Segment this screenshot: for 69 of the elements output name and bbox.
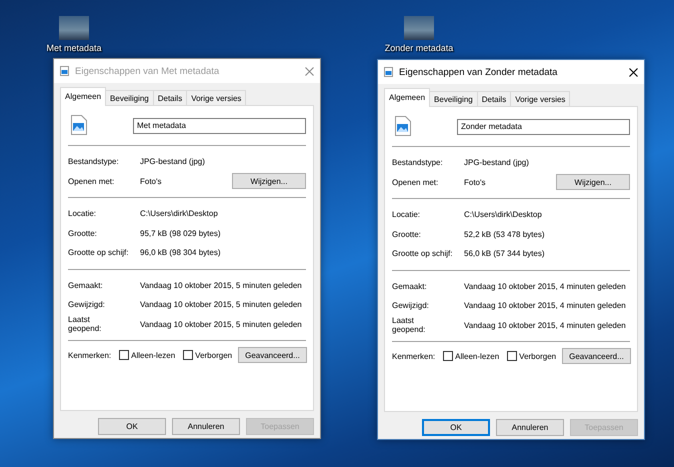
photo-thumbnail[interactable] [404, 16, 434, 40]
checkbox-label[interactable]: Verborgen [195, 350, 232, 360]
tab[interactable]: Vorige versies [186, 90, 246, 106]
field-value: JPG-bestand (jpg) [140, 157, 206, 166]
field-value: Vandaag 10 oktober 2015, 4 minuten geleden [464, 301, 627, 310]
field-value: C:\Users\dirk\Desktop [464, 210, 543, 220]
field-label: Locatie: [392, 210, 422, 220]
field-label: Bestandstype: [68, 157, 120, 166]
field-label: Gemaakt: [392, 282, 428, 291]
name-field[interactable]: Met metadata [133, 118, 306, 134]
checkbox-label[interactable]: Alleen-lezen [131, 350, 176, 360]
icon-label[interactable]: Zonder metadata [384, 43, 454, 53]
field-label: Openen met: [68, 176, 116, 186]
close-icon[interactable] [629, 68, 638, 76]
field-value: Foto's [140, 176, 163, 186]
field-value: Vandaag 10 oktober 2015, 4 minuten geleden [464, 320, 627, 330]
advanced-button[interactable]: Geavanceerd... [238, 347, 307, 363]
field-value: C:\Users\dirk\Desktop [140, 209, 219, 218]
tab[interactable]: Vorige versies [510, 91, 570, 107]
field-value: 56,0 kB (57 344 bytes) [464, 249, 546, 258]
field-label: Laatst geopend: [68, 315, 102, 334]
field-value: 52,2 kB (53 478 bytes) [464, 230, 546, 239]
photo-thumbnail[interactable] [59, 16, 89, 40]
field-label: Grootte: [68, 228, 98, 238]
field-value: 95,7 kB (98 029 bytes) [140, 228, 222, 238]
tab[interactable]: Algemeen [60, 87, 106, 106]
dialog-button[interactable]: OK [98, 418, 166, 435]
checkbox[interactable] [507, 351, 518, 361]
icon-label[interactable]: Met metadata [46, 43, 102, 53]
tab[interactable]: Beveiliging [429, 91, 478, 107]
checkbox[interactable] [443, 351, 454, 361]
tab[interactable]: Beveiliging [105, 90, 154, 106]
field-label: Kenmerken: [392, 352, 436, 360]
field-value: Vandaag 10 oktober 2015, 5 minuten geleden [140, 320, 303, 329]
field-value: Vandaag 10 oktober 2015, 4 minuten geleden [464, 282, 627, 291]
dialog-button[interactable]: Annuleren [496, 419, 564, 436]
field-value: Foto's [464, 178, 487, 187]
change-button[interactable]: Wijzigen... [232, 173, 306, 190]
window-title: Eigenschappen van Zonder metadata [399, 66, 558, 78]
image-file-icon [71, 114, 87, 134]
field-label: Grootte op schijf: [392, 249, 454, 258]
field-label: Bestandstype: [392, 158, 444, 168]
field-label: Gewijzigd: [392, 301, 430, 310]
name-field[interactable]: Zonder metadata [457, 118, 630, 134]
advanced-button[interactable]: Geavanceerd... [562, 348, 631, 364]
field-value: JPG-bestand (jpg) [464, 158, 530, 168]
dialog-button[interactable]: Annuleren [172, 418, 240, 435]
field-label: Laatst geopend: [392, 316, 426, 334]
checkbox[interactable] [119, 350, 130, 360]
field-value: Vandaag 10 oktober 2015, 5 minuten geleden [140, 280, 303, 290]
image-file-icon [395, 116, 411, 136]
dialog-button[interactable]: OK [422, 419, 490, 436]
field-label: Grootte op schijf: [68, 248, 130, 258]
field-label: Gemaakt: [68, 280, 104, 290]
image-file-icon [60, 66, 69, 76]
field-label: Gewijzigd: [68, 300, 106, 310]
window-title: Eigenschappen van Met metadata [75, 66, 220, 76]
field-value: 96,0 kB (98 304 bytes) [140, 248, 222, 258]
field-label: Locatie: [68, 209, 98, 218]
checkbox[interactable] [183, 350, 194, 360]
image-file-icon [384, 67, 393, 77]
field-value: Vandaag 10 oktober 2015, 5 minuten geleden [140, 300, 303, 310]
field-label: Openen met: [392, 178, 440, 187]
field-label: Grootte: [392, 230, 422, 239]
checkbox-label[interactable]: Verborgen [519, 352, 556, 360]
change-button[interactable]: Wijzigen... [556, 174, 630, 190]
checkbox-label[interactable]: Alleen-lezen [455, 352, 500, 360]
field-label: Kenmerken: [68, 350, 112, 360]
tab[interactable]: Algemeen [384, 88, 430, 107]
